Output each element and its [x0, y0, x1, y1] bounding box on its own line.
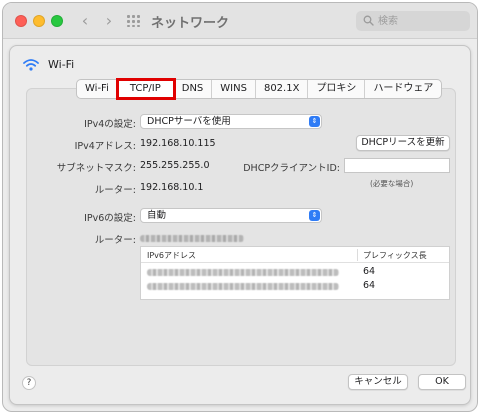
dhcp-client-id-label: DHCPクライアントID:: [243, 163, 340, 174]
window-title: ネットワーク: [151, 16, 230, 31]
interface-name: Wi-Fi: [48, 58, 75, 71]
ipv6-router-label: ルーター:: [94, 235, 136, 246]
show-all-grid-icon[interactable]: [127, 15, 141, 27]
tab-hardware[interactable]: ハードウェア: [365, 80, 441, 98]
search-field[interactable]: [356, 11, 470, 31]
ipv6-config-label: IPv6の設定:: [84, 213, 136, 224]
ipv4-address-value: 192.168.10.115: [140, 138, 216, 149]
close-window-button[interactable]: [15, 15, 27, 27]
advanced-settings-sheet: Wi-Fi Wi-Fi TCP/IP DNS WINS 802.1X プロキシ …: [9, 45, 471, 405]
ipv6-router-redacted: [140, 235, 244, 242]
subnet-mask-value: 255.255.255.0: [140, 160, 210, 171]
back-icon[interactable]: ‹: [75, 11, 95, 31]
search-icon: [363, 15, 374, 26]
prefix-length-value: 64: [363, 280, 376, 291]
column-divider: [357, 249, 358, 261]
subnet-mask-label: サブネットマスク:: [56, 163, 136, 174]
network-window: ‹ › ネットワーク Wi-Fi Wi-Fi TCP/IP DNS: [2, 2, 478, 412]
router-label: ルーター:: [94, 185, 136, 196]
zoom-window-button[interactable]: [51, 15, 63, 27]
tab-wifi[interactable]: Wi-Fi: [77, 80, 118, 98]
minimize-window-button[interactable]: [33, 15, 45, 27]
help-button[interactable]: ?: [22, 376, 36, 390]
ipv6-address-table: IPv6アドレス プレフィックス長 64 64: [140, 246, 450, 300]
ipv6-config-popup[interactable]: 自動 ⇕: [140, 208, 322, 223]
title-bar: ‹ › ネットワーク: [3, 3, 477, 39]
tab-bar: Wi-Fi TCP/IP DNS WINS 802.1X プロキシ ハードウェア: [76, 78, 443, 100]
tab-8021x[interactable]: 802.1X: [256, 80, 309, 98]
tab-proxies[interactable]: プロキシ: [308, 80, 366, 98]
ipv4-address-label: IPv4アドレス:: [74, 141, 136, 152]
tab-dns[interactable]: DNS: [174, 80, 213, 98]
ipv6-config-value: 自動: [147, 210, 167, 221]
prefix-length-value: 64: [363, 266, 376, 277]
dhcp-client-id-note: (必要な場合): [370, 179, 414, 188]
wifi-icon: [23, 59, 39, 71]
ok-button[interactable]: OK: [418, 374, 466, 390]
router-value: 192.168.10.1: [140, 182, 204, 193]
ipv4-config-label: IPv4の設定:: [84, 119, 136, 130]
search-input[interactable]: [378, 11, 466, 31]
cancel-button[interactable]: キャンセル: [348, 374, 408, 390]
chevron-updown-icon: ⇕: [309, 210, 320, 221]
renew-dhcp-lease-button[interactable]: DHCPリースを更新: [356, 135, 450, 151]
forward-icon[interactable]: ›: [99, 11, 119, 31]
table-header: IPv6アドレス プレフィックス長: [141, 247, 449, 263]
ipv4-config-value: DHCPサーバを使用: [147, 116, 231, 127]
ipv6-address-redacted: [147, 269, 339, 276]
tab-wins[interactable]: WINS: [212, 80, 256, 98]
ipv6-address-column-header: IPv6アドレス: [147, 251, 197, 260]
ipv4-config-popup[interactable]: DHCPサーバを使用 ⇕: [140, 114, 322, 129]
dhcp-client-id-field[interactable]: [344, 158, 450, 173]
chevron-updown-icon: ⇕: [309, 116, 320, 127]
tab-tcpip[interactable]: TCP/IP: [115, 78, 176, 100]
prefix-length-column-header: プレフィックス長: [363, 251, 427, 260]
ipv6-address-redacted: [147, 283, 339, 290]
